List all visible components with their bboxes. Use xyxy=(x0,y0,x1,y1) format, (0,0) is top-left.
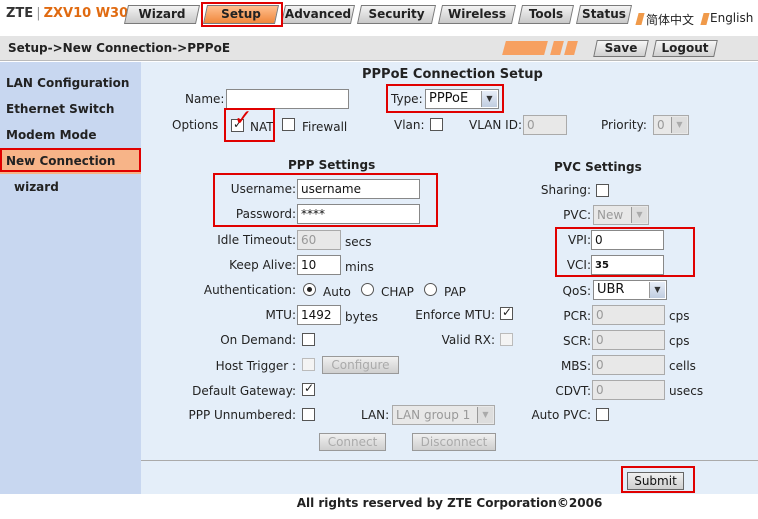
pvc-select[interactable]: New ▼ xyxy=(593,205,649,225)
priority-select[interactable]: 0 ▼ xyxy=(653,115,689,135)
lan-select[interactable]: LAN group 1 ▼ xyxy=(392,405,495,425)
options-label: Options xyxy=(172,118,219,132)
firewall-checkbox[interactable] xyxy=(282,118,295,131)
tab-setup[interactable]: Setup xyxy=(202,5,280,24)
mtu-unit: bytes xyxy=(345,310,379,324)
sidebar-item-ethernet-switch[interactable]: Ethernet Switch xyxy=(0,96,141,122)
pcr-label: PCR: xyxy=(563,309,591,323)
firewall-label: Firewall xyxy=(302,120,348,134)
keep-alive-input[interactable] xyxy=(297,255,341,275)
host-trigger-label: Host Trigger : xyxy=(215,359,296,373)
cdvt-label: CDVT: xyxy=(555,384,591,398)
sidebar-item-new-connection[interactable]: New Connection xyxy=(0,148,141,174)
pvc-label: PVC: xyxy=(563,208,591,222)
logout-button[interactable]: Logout xyxy=(652,40,718,57)
type-select[interactable]: PPPoE ▼ xyxy=(425,89,499,109)
ppp-settings-title: PPP Settings xyxy=(288,158,376,172)
vpi-input[interactable] xyxy=(591,230,664,250)
vci-label: VCI: xyxy=(566,258,591,272)
scr-label: SCR: xyxy=(562,334,591,348)
ppp-unnumbered-checkbox[interactable] xyxy=(302,408,315,421)
password-label: Password: xyxy=(235,207,296,221)
auth-pap-radio[interactable] xyxy=(424,283,437,296)
auth-chap-label: CHAP xyxy=(381,285,414,299)
tab-tools[interactable]: Tools xyxy=(517,5,575,24)
vlan-id-input[interactable] xyxy=(523,115,567,135)
pvc-settings-title: PVC Settings xyxy=(554,160,642,174)
default-gateway-checkbox[interactable] xyxy=(302,381,315,396)
brand-text: ZTE xyxy=(6,6,34,21)
sidebar-item-wizard[interactable]: wizard xyxy=(0,174,141,200)
password-input[interactable] xyxy=(297,204,420,224)
ppp-unnumbered-label: PPP Unnumbered: xyxy=(188,408,296,422)
keep-alive-unit: mins xyxy=(345,260,374,274)
authentication-label: Authentication: xyxy=(203,283,296,297)
disconnect-button[interactable]: Disconnect xyxy=(412,433,496,451)
sharing-label: Sharing: xyxy=(540,183,591,197)
scr-unit: cps xyxy=(669,334,690,348)
on-demand-checkbox[interactable] xyxy=(302,333,315,346)
vlan-checkbox[interactable] xyxy=(430,118,443,131)
valid-rx-label: Valid RX: xyxy=(441,333,495,347)
zte-logo: ZTE | ZXV10 W300 xyxy=(6,6,138,21)
mbs-unit: cells xyxy=(669,359,696,373)
on-demand-label: On Demand: xyxy=(220,333,296,347)
auth-chap-radio[interactable] xyxy=(361,283,374,296)
name-label: Name: xyxy=(185,92,225,106)
scr-input[interactable] xyxy=(592,330,665,350)
submit-button[interactable]: Submit xyxy=(627,472,684,490)
sidebar-item-modem-mode[interactable]: Modem Mode xyxy=(0,122,141,148)
qos-select[interactable]: UBR ▼ xyxy=(593,280,667,300)
auto-pvc-checkbox[interactable] xyxy=(596,408,609,421)
vlan-id-label: VLAN ID: xyxy=(469,118,522,132)
mtu-label: MTU: xyxy=(265,308,296,322)
model-text: ZXV10 W300 xyxy=(43,6,138,21)
auth-pap-label: PAP xyxy=(444,285,466,299)
sharing-checkbox[interactable] xyxy=(596,184,609,197)
vpi-label: VPI: xyxy=(567,233,591,247)
lan-label: LAN: xyxy=(361,408,390,422)
idle-timeout-input[interactable] xyxy=(297,230,341,250)
tab-advanced[interactable]: Advanced xyxy=(280,5,356,24)
lang-english-link[interactable]: English xyxy=(710,11,753,25)
idle-timeout-unit: secs xyxy=(345,235,372,249)
tab-wireless[interactable]: Wireless xyxy=(437,5,517,24)
breadcrumb: Setup->New Connection->PPPoE xyxy=(8,41,231,55)
tab-security[interactable]: Security xyxy=(356,5,437,24)
mbs-input[interactable] xyxy=(592,355,665,375)
vlan-label: Vlan: xyxy=(394,118,425,132)
default-gateway-label: Default Gateway: xyxy=(192,384,296,398)
tab-wizard[interactable]: Wizard xyxy=(123,5,201,24)
mbs-label: MBS: xyxy=(560,359,591,373)
tab-status[interactable]: Status xyxy=(575,5,633,24)
type-label: Type: xyxy=(391,92,423,106)
page-title: PPPoE Connection Setup xyxy=(362,67,543,82)
cdvt-input[interactable] xyxy=(592,380,665,400)
pcr-input[interactable] xyxy=(592,305,665,325)
mtu-input[interactable] xyxy=(297,305,341,325)
lang-chinese-link[interactable]: 简体中文 xyxy=(646,11,694,28)
connect-button[interactable]: Connect xyxy=(319,433,386,451)
auto-pvc-label: Auto PVC: xyxy=(531,408,591,422)
nat-label: NAT xyxy=(250,120,274,134)
divider xyxy=(141,460,758,461)
priority-label: Priority: xyxy=(601,118,647,132)
pcr-unit: cps xyxy=(669,309,690,323)
idle-timeout-label: Idle Timeout: xyxy=(217,233,296,247)
save-button[interactable]: Save xyxy=(593,40,649,57)
enforce-mtu-label: Enforce MTU: xyxy=(415,308,495,322)
keep-alive-label: Keep Alive: xyxy=(229,258,296,272)
auth-auto-radio[interactable] xyxy=(303,283,316,296)
copyright-text: All rights reserved by ZTE Corporation©2… xyxy=(296,496,603,510)
decor-bar-icon xyxy=(502,41,548,55)
username-input[interactable] xyxy=(297,179,420,199)
vci-input[interactable] xyxy=(591,255,664,275)
sidebar-item-lan-configuration[interactable]: LAN Configuration xyxy=(0,70,141,96)
host-trigger-checkbox[interactable] xyxy=(302,358,315,371)
username-label: Username: xyxy=(230,182,296,196)
cdvt-unit: usecs xyxy=(669,384,704,398)
auth-auto-label: Auto xyxy=(323,285,351,299)
configure-button[interactable]: Configure xyxy=(322,356,399,374)
qos-label: QoS: xyxy=(562,284,591,298)
